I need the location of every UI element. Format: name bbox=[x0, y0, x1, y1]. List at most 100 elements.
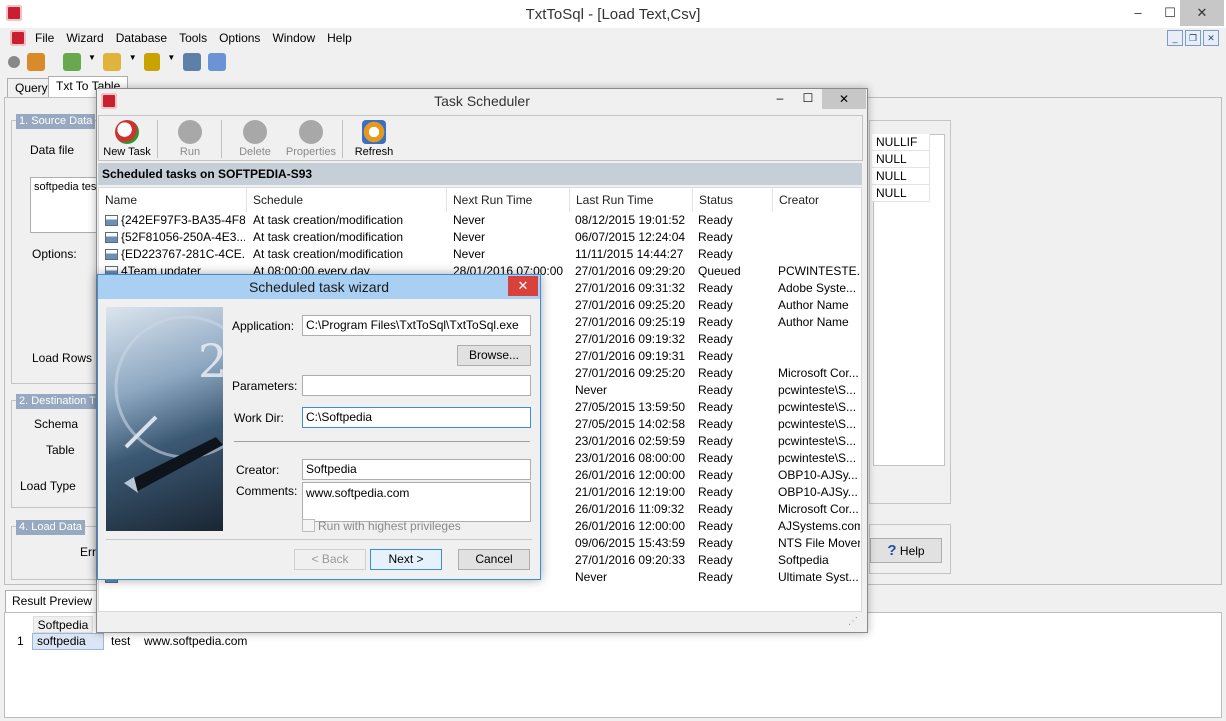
column-name[interactable]: Name bbox=[99, 188, 247, 212]
null-cell[interactable]: NULL bbox=[872, 151, 930, 168]
delete-label: Delete bbox=[239, 146, 271, 158]
task-row[interactable]: {52F81056-250A-4E3... At task creation/mo… bbox=[99, 229, 861, 246]
resize-grip-icon[interactable]: ⋰ bbox=[848, 616, 858, 627]
delete-button[interactable]: Delete bbox=[229, 118, 281, 160]
ts-maximize-button[interactable]: ☐ bbox=[797, 91, 819, 105]
next-button[interactable]: Next > bbox=[370, 549, 442, 570]
column-schedule[interactable]: Schedule bbox=[247, 188, 447, 212]
close-button[interactable]: ✕ bbox=[1180, 0, 1224, 26]
workdir-label: Work Dir: bbox=[234, 411, 284, 425]
task-creator: Microsoft Cor... bbox=[778, 502, 859, 516]
task-status: Ready bbox=[698, 400, 733, 414]
menu-tools[interactable]: Tools bbox=[173, 29, 213, 47]
refresh-button[interactable]: Refresh bbox=[349, 118, 399, 160]
ts-minimize-button[interactable]: – bbox=[769, 91, 791, 105]
task-status: Ready bbox=[698, 519, 733, 533]
comments-textarea[interactable]: www.softpedia.com bbox=[302, 482, 531, 522]
connect-icon[interactable] bbox=[8, 56, 20, 68]
list-icon[interactable] bbox=[208, 53, 227, 71]
browse-button[interactable]: Browse... bbox=[457, 345, 531, 366]
source-preview[interactable]: softpedia tes bbox=[30, 177, 102, 233]
table-icon[interactable] bbox=[62, 53, 81, 71]
application-input[interactable]: C:\Program Files\TxtToSql\TxtToSql.exe bbox=[302, 315, 531, 336]
workdir-input[interactable]: C:\Softpedia bbox=[302, 407, 531, 428]
task-creator: PCWINTESTE... bbox=[778, 264, 860, 278]
properties-button[interactable]: Properties bbox=[283, 118, 339, 160]
task-row[interactable]: {242EF97F3-BA35-4F85... At task creation/… bbox=[99, 212, 861, 229]
tab-result-preview[interactable]: Result Preview bbox=[5, 590, 100, 612]
menu-database[interactable]: Database bbox=[110, 29, 173, 47]
window-title: TxtToSql - [Load Text,Csv] bbox=[525, 6, 701, 23]
task-schedule: At task creation/modification bbox=[253, 213, 404, 227]
delete-icon bbox=[243, 120, 267, 144]
help-button[interactable]: ? Help bbox=[870, 538, 942, 563]
parameters-input[interactable] bbox=[302, 375, 531, 396]
task-row[interactable]: {ED223767-281C-4CE... At task creation/mo… bbox=[99, 246, 861, 263]
mdi-minimize-button[interactable]: _ bbox=[1167, 30, 1183, 46]
database-icon[interactable] bbox=[103, 53, 122, 71]
menu-file[interactable]: File bbox=[29, 29, 60, 47]
new-task-button[interactable]: New Task bbox=[101, 118, 153, 160]
task-schedule: At task creation/modification bbox=[253, 247, 404, 261]
chevron-down-icon[interactable]: ▼ bbox=[88, 53, 96, 71]
menu-bar: File Wizard Database Tools Options Window Help… bbox=[0, 28, 1226, 48]
column-last-run[interactable]: Last Run Time bbox=[570, 188, 693, 212]
menu-wizard[interactable]: Wizard bbox=[60, 29, 109, 47]
export-icon[interactable] bbox=[182, 53, 201, 71]
svg-text:2: 2 bbox=[198, 334, 223, 388]
null-cell[interactable]: NULLIF bbox=[872, 134, 930, 151]
null-values-column: NULLIF NULL NULL NULL bbox=[872, 134, 930, 202]
source-preview-text: softpedia tes bbox=[34, 181, 97, 193]
menu-options[interactable]: Options bbox=[213, 29, 266, 47]
parameters-label: Parameters: bbox=[232, 379, 298, 393]
chevron-down-icon[interactable]: ▼ bbox=[167, 53, 175, 71]
task-next-run: Never bbox=[453, 230, 486, 244]
task-status: Ready bbox=[698, 502, 733, 516]
task-creator: Adobe Syste... bbox=[778, 281, 857, 295]
cancel-button[interactable]: Cancel bbox=[458, 549, 530, 570]
task-last-run: 11/11/2015 14:44:27 bbox=[575, 247, 684, 261]
task-status: Ready bbox=[698, 332, 733, 346]
result-cell[interactable]: www.softpedia.com bbox=[144, 633, 247, 650]
privileges-checkbox[interactable] bbox=[302, 519, 315, 532]
task-last-run: 27/01/2016 09:31:32 bbox=[575, 281, 686, 295]
ts-close-button[interactable]: ✕ bbox=[822, 89, 866, 109]
options-label: Options: bbox=[32, 247, 77, 261]
clock-add-icon bbox=[115, 120, 139, 144]
null-cell[interactable]: NULL bbox=[872, 168, 930, 185]
wizard-close-button[interactable]: ✕ bbox=[508, 276, 538, 296]
menu-help[interactable]: Help bbox=[321, 29, 358, 47]
task-status: Ready bbox=[698, 366, 733, 380]
task-last-run: 09/06/2015 15:43:59 bbox=[575, 536, 686, 550]
null-cell[interactable]: NULL bbox=[872, 185, 930, 202]
help-button-label: Help bbox=[899, 544, 925, 558]
menu-window[interactable]: Window bbox=[266, 29, 321, 47]
chevron-down-icon[interactable]: ▼ bbox=[129, 53, 137, 71]
column-creator[interactable]: Creator bbox=[773, 188, 861, 212]
task-creator: pcwinteste\S... bbox=[778, 434, 857, 448]
task-status: Ready bbox=[698, 383, 733, 397]
task-last-run: 26/01/2016 11:09:32 bbox=[575, 502, 685, 516]
task-last-run: 27/01/2016 09:25:19 bbox=[575, 315, 686, 329]
app-menu-icon[interactable] bbox=[10, 30, 26, 46]
wand-icon[interactable] bbox=[144, 53, 161, 71]
result-cell[interactable]: softpedia bbox=[32, 633, 104, 650]
task-schedule: At task creation/modification bbox=[253, 230, 404, 244]
task-last-run: 21/01/2016 12:19:00 bbox=[575, 485, 686, 499]
source-group-title: 1. Source Data bbox=[16, 114, 96, 129]
column-status[interactable]: Status bbox=[693, 188, 773, 212]
mdi-close-button[interactable]: ✕ bbox=[1203, 30, 1219, 46]
creator-input[interactable]: Softpedia bbox=[302, 459, 531, 480]
error-label: Err bbox=[80, 545, 96, 559]
load-type-label: Load Type bbox=[20, 479, 76, 493]
task-status: Ready bbox=[698, 315, 733, 329]
result-cell[interactable]: test bbox=[111, 633, 130, 650]
back-button[interactable]: < Back bbox=[294, 549, 366, 570]
column-next-run[interactable]: Next Run Time bbox=[447, 188, 570, 212]
key-icon[interactable] bbox=[27, 53, 46, 71]
task-scheduler-titlebar: Task Scheduler – ☐ ✕ bbox=[97, 89, 867, 113]
result-column-header[interactable]: Softpedia bbox=[33, 616, 93, 633]
run-button[interactable]: Run bbox=[165, 118, 215, 160]
mdi-restore-button[interactable]: ❐ bbox=[1185, 30, 1201, 46]
result-row-number: 1 bbox=[17, 634, 24, 648]
